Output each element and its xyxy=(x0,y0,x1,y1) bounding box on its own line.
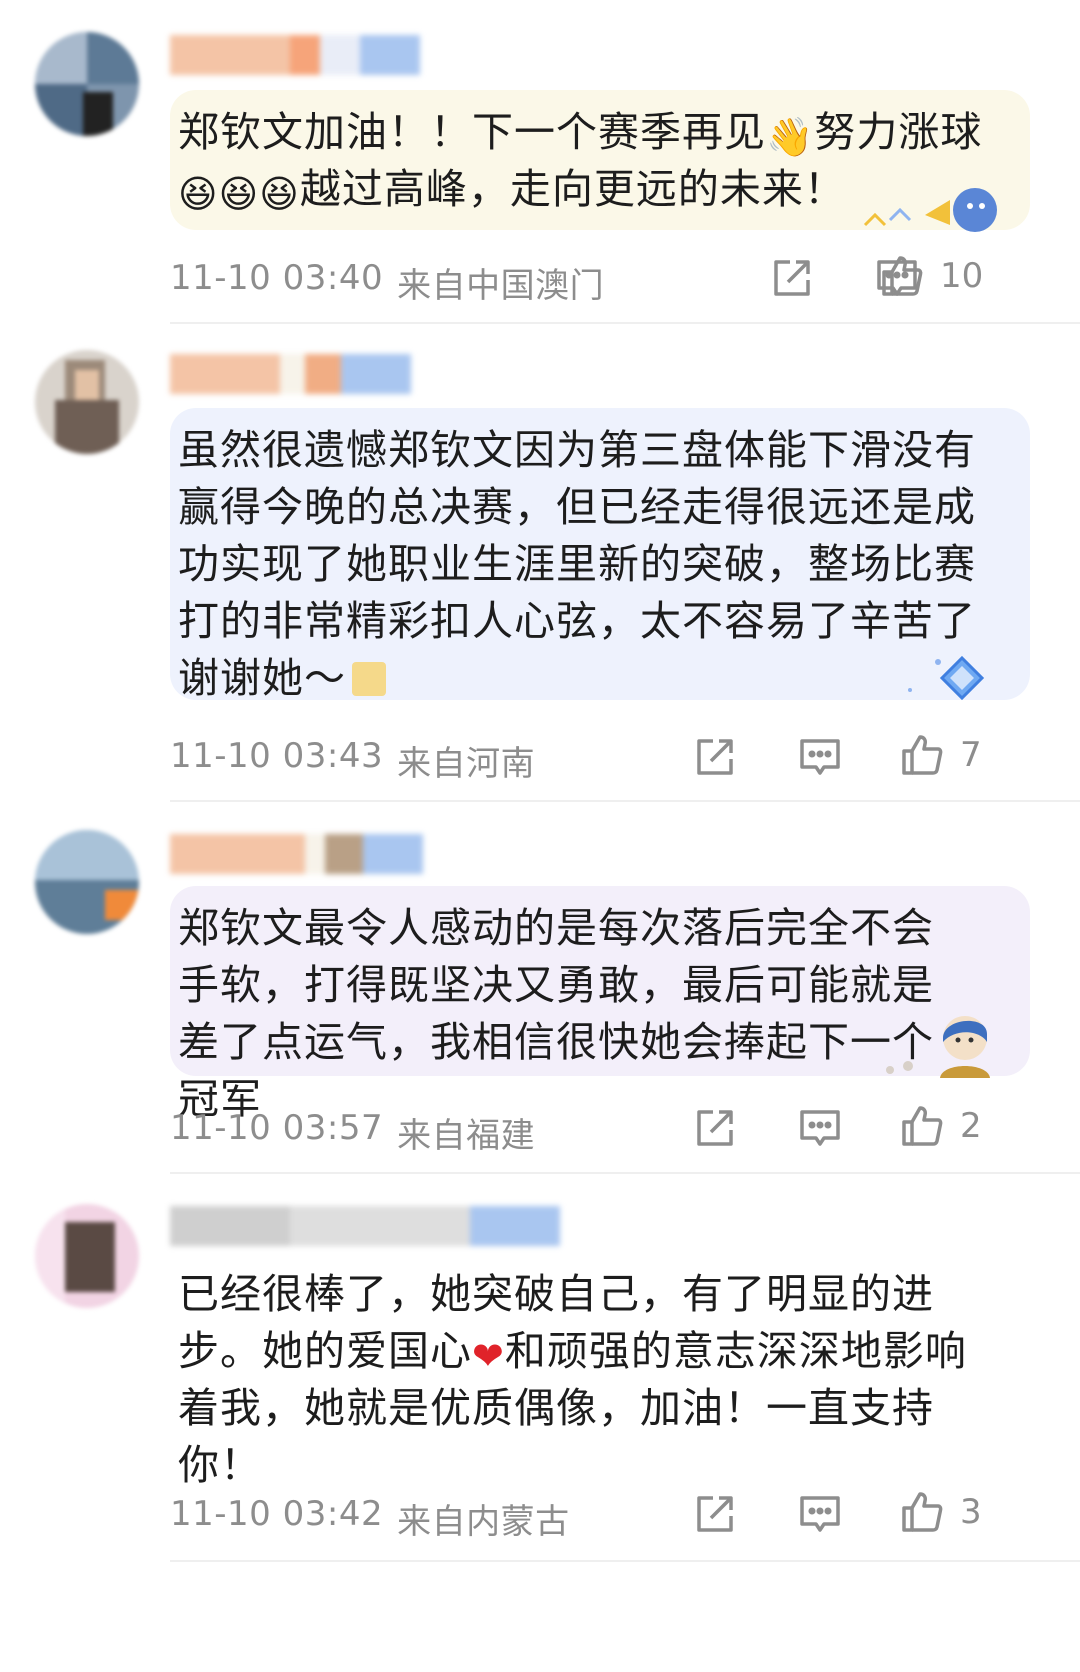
reply-icon[interactable] xyxy=(798,1492,842,1536)
share-icon[interactable] xyxy=(770,256,814,300)
divider xyxy=(170,800,1080,802)
like-count: 2 xyxy=(960,1106,982,1146)
like-button[interactable]: 7 xyxy=(900,733,990,777)
like-button[interactable]: 10 xyxy=(880,254,983,298)
like-button[interactable]: 3 xyxy=(900,1490,990,1534)
location: 来自内蒙古 xyxy=(397,1502,570,1542)
thumbs-up-icon xyxy=(880,254,924,298)
like-count: 3 xyxy=(960,1492,982,1532)
like-count: 7 xyxy=(960,735,982,775)
avatar[interactable] xyxy=(35,1204,139,1308)
location: 来自河南 xyxy=(397,744,536,784)
cheer-sticker-icon xyxy=(863,188,997,232)
timestamp: 11-10 03:42 xyxy=(170,1494,384,1534)
avatar[interactable] xyxy=(35,32,139,136)
divider xyxy=(170,1172,1080,1174)
thumbs-up-icon xyxy=(900,1490,944,1534)
share-icon[interactable] xyxy=(693,1106,737,1150)
share-icon[interactable] xyxy=(693,1492,737,1536)
comment-meta: 11-10 03:40 来自中国澳门 xyxy=(170,258,604,307)
location: 来自中国澳门 xyxy=(397,266,605,306)
comment-meta: 11-10 03:42 来自内蒙古 xyxy=(170,1494,570,1543)
avatar[interactable] xyxy=(35,350,139,454)
timestamp: 11-10 03:57 xyxy=(170,1108,384,1148)
divider xyxy=(170,1560,1080,1562)
timestamp: 11-10 03:43 xyxy=(170,736,384,776)
sticker-placeholder xyxy=(352,662,386,696)
username-redacted[interactable] xyxy=(170,354,411,394)
username-redacted[interactable] xyxy=(170,1206,560,1246)
like-button[interactable]: 2 xyxy=(900,1104,990,1148)
comment-meta: 11-10 03:57 来自福建 xyxy=(170,1108,535,1157)
divider xyxy=(170,322,1080,324)
thumbs-up-icon xyxy=(900,1104,944,1148)
reply-icon[interactable] xyxy=(798,735,842,779)
comment-bubble: 已经很棒了，她突破自己，有了明显的进步。她的爱国心❤和顽强的意志深深地影响着我，… xyxy=(170,1252,1030,1489)
location: 来自福建 xyxy=(397,1116,536,1156)
comment-meta: 11-10 03:43 来自河南 xyxy=(170,736,535,785)
avatar[interactable] xyxy=(35,830,139,934)
comment-1: 郑钦文加油！！下一个赛季再见👋努力涨球😆😆😆越过高峰，走向更远的未来！ 11-1… xyxy=(0,0,1080,330)
diamond-sticker-icon xyxy=(908,655,985,701)
reply-icon[interactable] xyxy=(798,1106,842,1150)
like-count: 10 xyxy=(940,256,984,296)
waving-hand-emoji: 👋 xyxy=(766,115,815,159)
comment-text: 虽然很遗憾郑钦文因为第三盘体能下滑没有赢得今晚的总决赛，但已经走得很远还是成功实… xyxy=(178,426,976,702)
girl-sticker-icon xyxy=(886,1016,990,1078)
username-redacted[interactable] xyxy=(170,834,423,874)
share-icon[interactable] xyxy=(693,735,737,779)
username-redacted[interactable] xyxy=(170,35,420,75)
cheering-face-emoji: 😆😆😆 xyxy=(178,172,300,216)
red-heart-emoji: ❤ xyxy=(472,1334,505,1378)
thumbs-up-icon xyxy=(900,733,944,777)
comment-text: 已经很棒了，她突破自己，有了明显的进步。她的爱国心❤和顽强的意志深深地影响着我，… xyxy=(178,1270,967,1489)
timestamp: 11-10 03:40 xyxy=(170,258,384,298)
